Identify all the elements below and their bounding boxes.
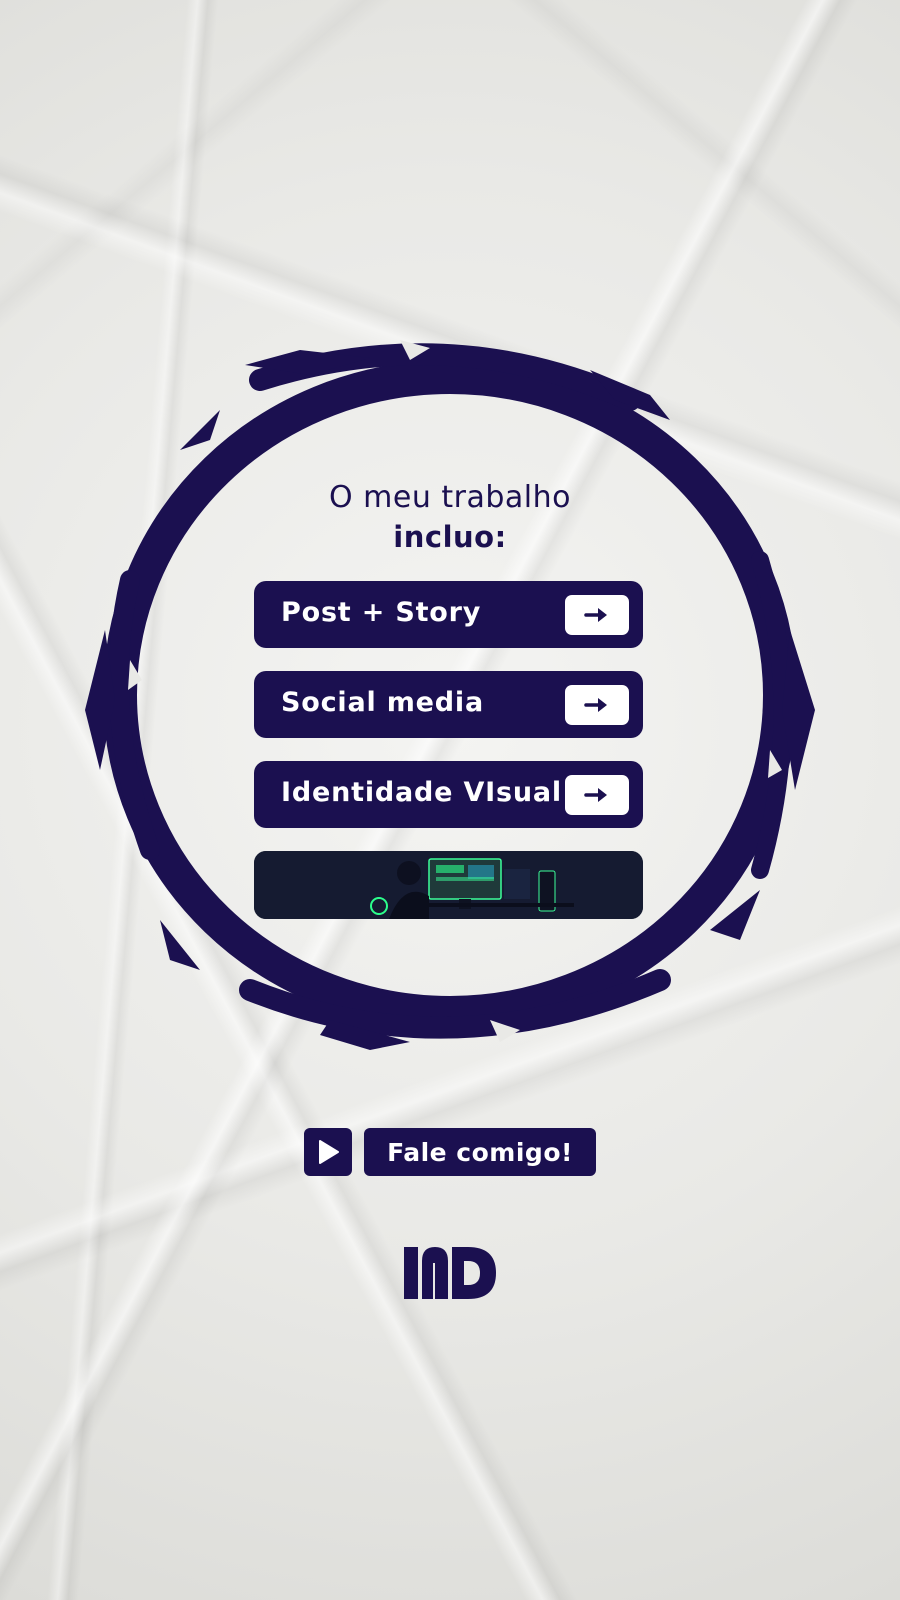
gaming-setup-photo <box>254 851 643 919</box>
service-label: Social media <box>281 687 484 718</box>
play-icon <box>319 1140 339 1164</box>
gaming-setup-illustration <box>254 851 643 919</box>
arrow-right-icon <box>565 775 629 815</box>
heading-line-1: O meu trabalho <box>329 480 571 515</box>
contact-button[interactable]: Fale comigo! <box>364 1128 596 1176</box>
arrow-right-icon <box>565 595 629 635</box>
service-label: Identidade VIsual <box>281 777 562 808</box>
service-label: Post + Story <box>281 597 482 628</box>
service-button-post-story[interactable]: Post + Story <box>254 581 643 648</box>
play-button[interactable] <box>304 1128 352 1176</box>
contact-button-label: Fale comigo! <box>387 1137 573 1167</box>
md-logo <box>404 1247 496 1299</box>
heading-line-2: incluo: <box>393 520 507 554</box>
service-button-social-media[interactable]: Social media <box>254 671 643 738</box>
service-button-identidade-visual[interactable]: Identidade VIsual <box>254 761 643 828</box>
arrow-right-icon <box>565 685 629 725</box>
